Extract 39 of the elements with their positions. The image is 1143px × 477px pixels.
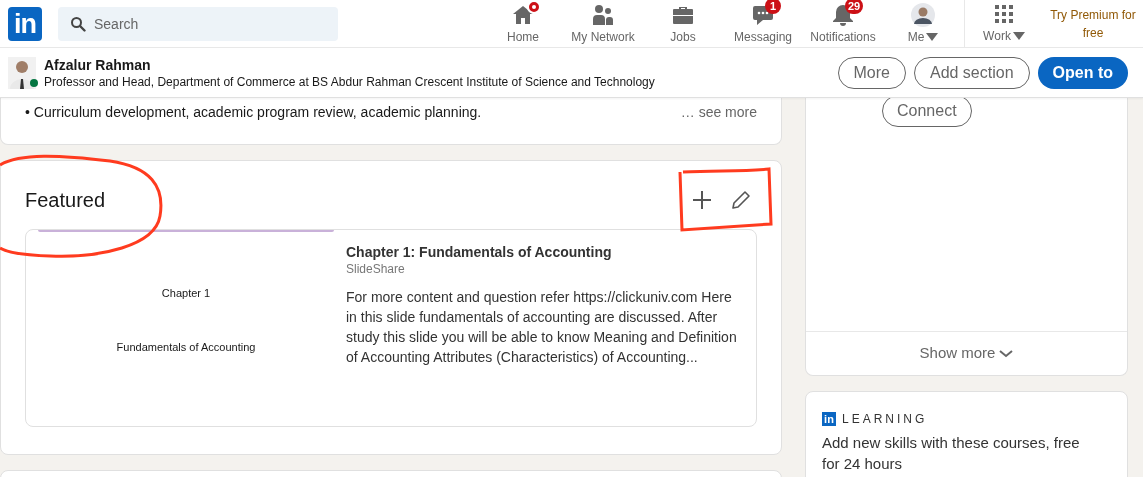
premium-link[interactable]: Try Premium for free: [1043, 5, 1143, 42]
avatar: [8, 56, 36, 89]
nav-item[interactable]: 29 Notifications: [803, 0, 883, 47]
learning-text: Add new skills with these courses, free for 24 hours: [822, 433, 1081, 474]
featured-item[interactable]: [25, 229, 757, 427]
action-button[interactable]: Open to: [1037, 56, 1128, 89]
profile-headline: Professor and Head, Department of Commerce at BS Abdur Rahman Crescent Institute of Science and Technology: [44, 73, 655, 90]
caret-icon: [926, 32, 939, 41]
chevron-down-icon: [999, 349, 1014, 358]
edit-button[interactable]: [729, 188, 753, 212]
learning-logo: in: [822, 412, 836, 426]
item-description: For more content and question refer https://clickuniv.com Here in this slide fundamentals of accounting are discussed. After study this slide you will be able to know Meaning and Definition of Accounting Attributes (Characteristics) of Accounting...: [346, 288, 738, 367]
slide-subtitle: Fundamentals of Accounting: [116, 340, 256, 354]
search-icon: [70, 15, 86, 32]
count-badge: 1: [765, 0, 781, 14]
add-button[interactable]: [690, 188, 714, 212]
search-field[interactable]: Search: [58, 6, 338, 41]
people-icon: [591, 2, 615, 27]
pencil-icon: [731, 190, 751, 210]
nav-item[interactable]: My Network: [563, 0, 643, 47]
logo[interactable]: in: [8, 6, 42, 41]
show-more-button[interactable]: Show more: [806, 331, 1127, 375]
grid-icon: [994, 3, 1014, 24]
about-text: • Curriculum development, academic program review, academic planning.: [25, 103, 482, 122]
profile-name: Afzalur Rahman: [44, 55, 152, 74]
caret-icon: [1012, 31, 1025, 40]
count-badge: 29: [845, 0, 864, 14]
section-title: Featured: [25, 188, 106, 213]
learning-label: LEARNING: [842, 411, 928, 428]
nav-item[interactable]: Jobs: [643, 0, 723, 47]
nav-item[interactable]: Home: [483, 0, 563, 47]
item-title: Chapter 1: Fundamentals of Accounting: [346, 243, 613, 261]
nav-item[interactable]: Me: [883, 0, 963, 47]
plus-icon: [692, 190, 712, 210]
nav-item[interactable]: 1 Messaging: [723, 0, 803, 47]
slide-title: Chapter 1: [161, 286, 211, 300]
item-source: SlideShare: [346, 261, 406, 277]
see-more-link[interactable]: … see more: [680, 102, 757, 122]
work-menu[interactable]: Work: [965, 0, 1043, 47]
